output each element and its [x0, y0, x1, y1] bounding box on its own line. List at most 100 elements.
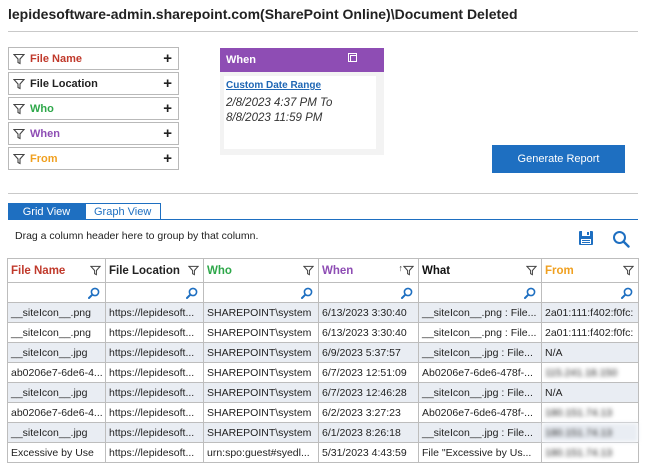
add-filter-icon[interactable]: +	[163, 76, 172, 91]
generate-report-button[interactable]: Generate Report	[492, 145, 625, 173]
table-cell: 180.151.74.13	[541, 422, 639, 443]
table-row[interactable]: ab0206e7-6de6-4... https://lepidesoft... S…	[7, 402, 639, 423]
column-filter-icon[interactable]	[403, 265, 414, 276]
column-search-icon[interactable]	[621, 287, 633, 299]
column-filter-icon[interactable]	[188, 265, 199, 276]
table-row[interactable]: __siteIcon__.jpg https://lepidesoft... SHA…	[7, 382, 639, 403]
table-cell: __siteIcon__.png : File...	[418, 322, 542, 343]
column-filter-icon[interactable]	[526, 265, 537, 276]
funnel-icon	[13, 53, 25, 64]
column-header-label: Who	[207, 264, 232, 277]
table-cell: 2a01:111:f402:f0fc:	[541, 302, 639, 323]
column-search-icon[interactable]	[301, 287, 313, 299]
filter-item-from[interactable]: From +	[8, 147, 179, 170]
column-header-label: File Name	[11, 264, 66, 277]
column-header-label: When	[322, 264, 354, 277]
column-search-icon[interactable]	[524, 287, 536, 299]
table-cell: Ab0206e7-6de6-478f-...	[418, 362, 542, 383]
table-cell: 180.151.74.13	[541, 402, 639, 423]
column-search-cell[interactable]	[418, 282, 542, 303]
table-row[interactable]: __siteIcon__.jpg https://lepidesoft... SHA…	[7, 422, 639, 443]
table-cell: https://lepidesoft...	[105, 402, 204, 423]
table-cell: ab0206e7-6de6-4...	[7, 402, 106, 423]
tab-graph-view[interactable]: Graph View	[85, 203, 161, 220]
table-cell: https://lepidesoft...	[105, 322, 204, 343]
column-search-cell[interactable]	[203, 282, 319, 303]
add-filter-icon[interactable]: +	[163, 151, 172, 166]
table-cell: N/A	[541, 382, 639, 403]
column-search-icon[interactable]	[186, 287, 198, 299]
table-cell: 6/13/2023 3:30:40	[318, 302, 419, 323]
column-header-file-location[interactable]: File Location	[105, 258, 204, 283]
column-search-icon[interactable]	[88, 287, 100, 299]
table-cell: https://lepidesoft...	[105, 382, 204, 403]
when-panel: When Custom Date Range 2/8/2023 4:37 PM …	[220, 48, 384, 155]
table-cell: SHAREPOINT\system	[203, 422, 319, 443]
table-cell: __siteIcon__.jpg	[7, 382, 106, 403]
table-row[interactable]: __siteIcon__.png https://lepidesoft... SHA…	[7, 302, 639, 323]
table-cell: SHAREPOINT\system	[203, 362, 319, 383]
table-cell: SHAREPOINT\system	[203, 342, 319, 363]
filter-label: Who	[30, 102, 54, 115]
column-search-cell[interactable]	[7, 282, 106, 303]
table-cell: 6/7/2023 12:46:28	[318, 382, 419, 403]
table-cell: __siteIcon__.jpg	[7, 342, 106, 363]
table-row[interactable]: __siteIcon__.jpg https://lepidesoft... SHA…	[7, 342, 639, 363]
column-filter-icon[interactable]	[623, 265, 634, 276]
table-cell: https://lepidesoft...	[105, 422, 204, 443]
table-cell: SHAREPOINT\system	[203, 302, 319, 323]
tab-underline	[8, 219, 638, 220]
column-header-who[interactable]: Who	[203, 258, 319, 283]
column-search-cell[interactable]	[541, 282, 639, 303]
funnel-icon	[13, 128, 25, 139]
add-filter-icon[interactable]: +	[163, 126, 172, 141]
column-header-what[interactable]: What	[418, 258, 542, 283]
when-panel-header: When	[220, 48, 384, 72]
custom-date-range-link[interactable]: Custom Date Range	[226, 80, 376, 91]
column-filter-icon[interactable]	[90, 265, 101, 276]
table-cell: 6/13/2023 3:30:40	[318, 322, 419, 343]
filter-item-file-name[interactable]: File Name +	[8, 47, 179, 70]
filter-label: File Name	[30, 52, 82, 65]
filter-list: File Name + File Location + Who + When + From +	[8, 47, 179, 172]
tab-grid-view[interactable]: Grid View	[8, 203, 85, 220]
view-tabs: Grid View Graph View	[8, 203, 161, 220]
column-search-cell[interactable]	[318, 282, 419, 303]
table-cell: 2a01:111:f402:f0fc:	[541, 322, 639, 343]
table-row[interactable]: Excessive by Use https://lepidesoft... urn…	[7, 442, 639, 463]
table-cell: https://lepidesoft...	[105, 342, 204, 363]
column-filter-icon[interactable]	[303, 265, 314, 276]
table-cell: __siteIcon__.jpg : File...	[418, 382, 542, 403]
maximize-icon[interactable]	[348, 53, 357, 62]
add-filter-icon[interactable]: +	[163, 101, 172, 116]
column-search-icon[interactable]	[401, 287, 413, 299]
funnel-icon	[13, 153, 25, 164]
grid-search-row	[7, 282, 639, 303]
search-icon[interactable]	[612, 230, 630, 248]
table-cell: 6/2/2023 3:27:23	[318, 402, 419, 423]
filter-item-when[interactable]: When +	[8, 122, 179, 145]
table-cell: SHAREPOINT\system	[203, 402, 319, 423]
column-header-from[interactable]: From	[541, 258, 639, 283]
filter-label: When	[30, 127, 60, 140]
column-header-when[interactable]: When ↑	[318, 258, 419, 283]
when-panel-title: When	[226, 54, 256, 66]
add-filter-icon[interactable]: +	[163, 51, 172, 66]
page-title: lepidesoftware-admin.sharepoint.com(Shar…	[8, 6, 518, 22]
save-icon[interactable]	[578, 230, 594, 246]
table-cell: __siteIcon__.jpg : File...	[418, 342, 542, 363]
column-header-file-name[interactable]: File Name	[7, 258, 106, 283]
table-cell: __siteIcon__.jpg	[7, 422, 106, 443]
table-cell: __siteIcon__.jpg : File...	[418, 422, 542, 443]
column-search-cell[interactable]	[105, 282, 204, 303]
table-cell: N/A	[541, 342, 639, 363]
table-cell: https://lepidesoft...	[105, 362, 204, 383]
table-row[interactable]: ab0206e7-6de6-4... https://lepidesoft... S…	[7, 362, 639, 383]
filter-item-file-location[interactable]: File Location +	[8, 72, 179, 95]
filter-item-who[interactable]: Who +	[8, 97, 179, 120]
table-cell: 180.151.74.13	[541, 442, 639, 463]
group-by-hint: Drag a column header here to group by th…	[15, 230, 259, 242]
grid-header-row: File Name File Location Who When ↑ What From	[7, 258, 639, 283]
date-range-end: 8/8/2023 11:59 PM	[226, 112, 323, 124]
table-row[interactable]: __siteIcon__.png https://lepidesoft... SHA…	[7, 322, 639, 343]
